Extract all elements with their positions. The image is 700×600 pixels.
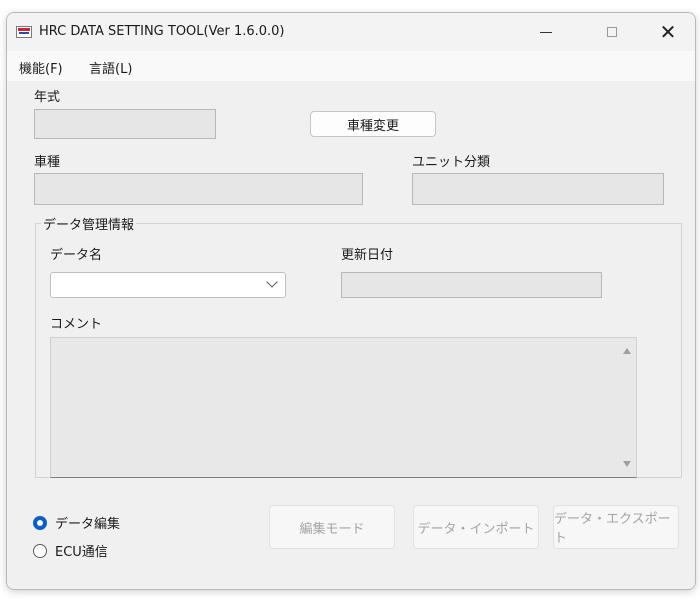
year-field[interactable] <box>34 109 216 139</box>
app-window: HRC DATA SETTING TOOL(Ver 1.6.0.0) ✕ 機能(… <box>6 12 696 590</box>
data-import-button[interactable]: データ・インポート <box>413 505 539 549</box>
chevron-down-icon <box>265 276 279 292</box>
model-label: 車種 <box>34 155 61 170</box>
data-name-label: データ名 <box>50 248 103 263</box>
unit-class-field[interactable] <box>412 173 664 205</box>
close-button[interactable]: ✕ <box>645 13 691 51</box>
window-title: HRC DATA SETTING TOOL(Ver 1.6.0.0) <box>39 24 285 39</box>
minimize-icon <box>540 31 552 33</box>
menu-function[interactable]: 機能(F) <box>19 58 63 77</box>
radio-data-edit-label: データ編集 <box>55 517 121 532</box>
scroll-down-icon[interactable] <box>623 461 631 467</box>
minimize-button[interactable] <box>523 13 569 51</box>
menu-language[interactable]: 言語(L) <box>89 58 132 77</box>
maximize-icon <box>607 27 617 37</box>
year-label: 年式 <box>34 90 61 105</box>
radio-ecu-comm[interactable]: ECU通信 <box>33 541 108 560</box>
radio-checked-icon[interactable] <box>33 515 47 530</box>
radio-data-edit[interactable]: データ編集 <box>33 513 120 532</box>
scroll-up-icon[interactable] <box>623 348 631 354</box>
title-bar[interactable]: HRC DATA SETTING TOOL(Ver 1.6.0.0) ✕ <box>7 13 695 51</box>
group-title: データ管理情報 <box>41 214 137 233</box>
radio-ecu-comm-label: ECU通信 <box>55 545 108 560</box>
comment-textarea[interactable] <box>50 337 637 478</box>
updated-date-label: 更新日付 <box>341 248 394 263</box>
radio-unchecked-icon[interactable] <box>33 543 47 558</box>
model-field[interactable] <box>34 173 363 205</box>
change-model-button[interactable]: 車種変更 <box>310 111 436 137</box>
updated-date-field[interactable] <box>341 272 602 298</box>
data-name-dropdown[interactable] <box>50 272 286 298</box>
maximize-button[interactable] <box>589 13 635 51</box>
comment-scrollbar[interactable] <box>618 338 636 477</box>
edit-mode-button[interactable]: 編集モード <box>269 505 395 549</box>
main-content: 年式 車種変更 車種 ユニット分類 データ管理情報 データ名 更新日付 コメント <box>7 81 695 589</box>
data-export-button[interactable]: データ・エクスポート <box>553 505 679 549</box>
unit-class-label: ユニット分類 <box>412 155 491 170</box>
menu-bar: 機能(F) 言語(L) <box>7 51 695 81</box>
close-icon: ✕ <box>659 20 677 44</box>
app-logo-icon <box>16 26 32 38</box>
comment-label: コメント <box>50 317 103 332</box>
